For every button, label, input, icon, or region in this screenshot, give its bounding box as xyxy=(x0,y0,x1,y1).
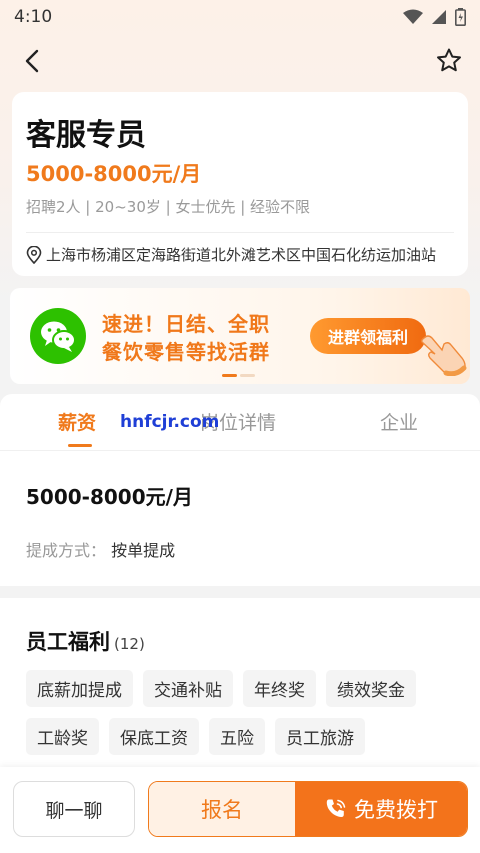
nav-bar xyxy=(0,40,480,84)
commission-method-value: 按单提成 xyxy=(111,541,176,560)
status-bar: 4:10 xyxy=(0,0,480,34)
location-pin-icon xyxy=(26,245,42,264)
battery-icon xyxy=(455,8,466,26)
salary-section: 5000-8000元/月 提成方式： 按单提成 xyxy=(0,450,480,586)
apply-call-group: 报名 免费拨打 xyxy=(148,781,468,837)
job-address[interactable]: 上海市杨浦区定海路街道北外滩艺术区中国石化纺运加油站 xyxy=(26,244,436,265)
benefit-tag: 五险 xyxy=(209,718,265,755)
carousel-indicator xyxy=(222,374,255,377)
tab-salary[interactable]: 薪资 xyxy=(58,408,96,435)
signal-icon xyxy=(432,10,446,24)
banner-headline: 速进！日结、全职 餐饮零售等找活群 xyxy=(102,310,270,366)
benefit-tag: 底薪加提成 xyxy=(26,670,133,707)
active-tab-indicator xyxy=(68,444,92,447)
bottom-action-bar: 聊一聊 报名 免费拨打 xyxy=(0,767,480,853)
job-title: 客服专员 xyxy=(26,118,146,153)
benefit-tag: 年终奖 xyxy=(243,670,316,707)
banner-line-2: 餐饮零售等找活群 xyxy=(102,340,270,364)
chat-button[interactable]: 聊一聊 xyxy=(13,781,135,837)
status-time: 4:10 xyxy=(14,7,53,27)
tab-company[interactable]: 企业 xyxy=(380,408,418,435)
free-call-label: 免费拨打 xyxy=(354,798,438,822)
wechat-icon xyxy=(30,308,86,364)
carousel-dot xyxy=(240,374,255,377)
banner-line-1: 速进！日结、全职 xyxy=(102,312,270,336)
benefit-tag: 交通补贴 xyxy=(143,670,233,707)
apply-button[interactable]: 报名 xyxy=(149,782,295,836)
detail-tabs: 薪资 岗位详情 企业 hnfcjr.com xyxy=(0,394,480,450)
job-salary: 5000-8000元/月 xyxy=(26,162,202,186)
wifi-icon xyxy=(403,9,423,24)
hand-pointer-icon xyxy=(421,335,467,376)
benefit-tags: 底薪加提成 交通补贴 年终奖 绩效奖金 工龄奖 保底工资 五险 员工旅游 xyxy=(26,670,456,755)
benefit-tag: 绩效奖金 xyxy=(326,670,416,707)
job-summary-card: 客服专员 5000-8000元/月 招聘2人 | 20~30岁 | 女士优先 |… xyxy=(12,92,468,276)
phone-icon xyxy=(326,799,346,818)
carousel-dot-active xyxy=(222,374,237,377)
commission-method-label: 提成方式： xyxy=(26,541,107,560)
benefit-tag: 保底工资 xyxy=(109,718,199,755)
job-requirements: 招聘2人 | 20~30岁 | 女士优先 | 经验不限 xyxy=(26,198,311,216)
commission-method: 提成方式： 按单提成 xyxy=(26,537,175,561)
star-icon[interactable] xyxy=(434,46,464,76)
benefit-tag: 员工旅游 xyxy=(275,718,365,755)
benefit-tag: 工龄奖 xyxy=(26,718,99,755)
benefits-title-text: 员工福利 xyxy=(26,630,110,654)
back-arrow-icon[interactable] xyxy=(18,46,48,76)
free-call-button[interactable]: 免费拨打 xyxy=(295,782,467,836)
watermark: hnfcjr.com xyxy=(120,412,220,432)
divider xyxy=(26,232,454,233)
benefits-count: (12) xyxy=(114,635,145,653)
salary-amount: 5000-8000元/月 xyxy=(26,485,193,509)
benefits-section: 员工福利 (12) 底薪加提成 交通补贴 年终奖 绩效奖金 工龄奖 保底工资 五险… xyxy=(0,598,480,778)
join-group-button[interactable]: 进群领福利 xyxy=(310,318,426,354)
wechat-group-banner[interactable]: 速进！日结、全职 餐饮零售等找活群 进群领福利 xyxy=(10,288,470,384)
benefits-title: 员工福利 (12) xyxy=(26,626,145,656)
address-text: 上海市杨浦区定海路街道北外滩艺术区中国石化纺运加油站 xyxy=(46,246,437,264)
